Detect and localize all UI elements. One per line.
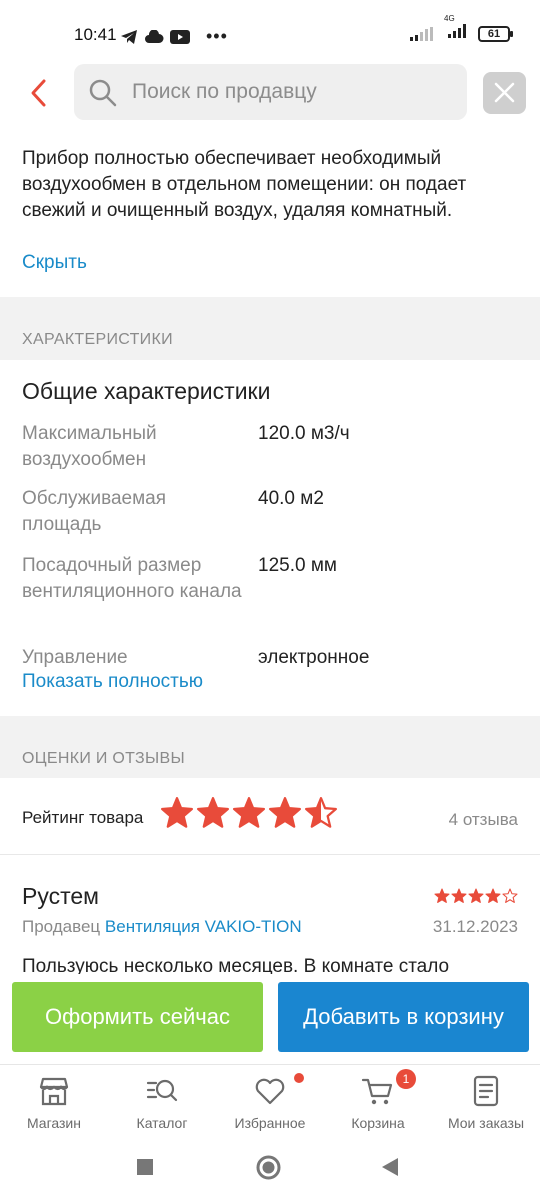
nav-label: Магазин [26,1115,81,1131]
orders-icon [473,1075,499,1107]
spec-key: Управление [22,647,128,668]
close-icon [494,82,515,103]
back-arrow-icon[interactable] [24,76,56,110]
nav-item-favorites[interactable]: Избранное [216,1065,324,1137]
reviewer-name: Рустем [22,883,99,909]
reviews-header: ОЦЕНКИ И ОТЗЫВЫ [0,716,540,778]
spec-value: 40.0 м2 [258,488,324,509]
bottom-nav: Магазин Каталог Избранное 1 Корзина Мои … [0,1064,540,1136]
review-star-full-icon [485,888,501,903]
review-star-full-icon [451,888,467,903]
nav-item-shop[interactable]: Магазин [0,1065,108,1137]
seller-link[interactable]: Вентиляция VAKIO-TION [105,917,302,936]
characteristics-header: ХАРАКТЕРИСТИКИ [0,297,540,360]
home-icon[interactable] [256,1155,281,1180]
add-to-cart-button[interactable]: Добавить в корзину [278,982,529,1052]
cloud-icon [145,29,164,43]
review-date: 31.12.2023 [432,917,518,936]
spec-key: Обслуживаемая площадь [22,488,167,535]
catalog-search-icon [146,1079,178,1102]
status-bar: 10:41 ••• 4G 61 [0,0,540,64]
nav-label: Мои заказы [447,1115,525,1131]
review-seller: Продавец Вентиляция VAKIO-TION [22,917,302,937]
network-type: 4G [444,14,455,23]
search-icon [89,79,117,107]
hide-description-link[interactable]: Скрыть [22,252,87,274]
review-star-full-icon [468,888,484,903]
favorites-dot [294,1073,304,1083]
back-nav-icon[interactable] [380,1157,400,1177]
nav-item-cart[interactable]: 1 Корзина [324,1065,432,1137]
action-bar: Оформить сейчас Добавить в корзину [0,974,540,1064]
section-label: ХАРАКТЕРИСТИКИ [22,331,173,348]
seller-prefix: Продавец [22,917,101,936]
product-rating-stars [160,796,338,830]
spec-key: Максимальный воздухообмен [22,423,157,470]
show-full-specs-link[interactable]: Показать полностью [22,671,203,693]
spec-value: 120.0 м3/ч [258,423,350,444]
section-label: ОЦЕНКИ И ОТЗЫВЫ [22,750,185,767]
nav-label: Каталог [136,1115,188,1131]
spec-key: Посадочный размер вентиляционного канала [22,555,242,602]
divider [0,854,540,855]
more-icon: ••• [206,26,228,46]
signal-icon [410,26,433,41]
search-input[interactable] [132,64,452,120]
rating-star-half-icon [304,796,338,828]
shop-icon [39,1077,69,1106]
signal-4g-icon [448,24,466,38]
reviews-count-link[interactable]: 4 отзыва [449,810,518,830]
clear-search-button[interactable] [483,72,526,114]
telegram-icon [121,29,137,44]
cart-icon [361,1078,393,1105]
rating-star-full-icon [160,796,194,828]
rating-star-full-icon [196,796,230,828]
spec-value: 125.0 мм [258,555,337,576]
nav-item-orders[interactable]: Мои заказы [432,1065,540,1137]
battery-icon: 61 [478,25,513,42]
rating-star-full-icon [232,796,266,828]
search-header [0,64,540,124]
system-nav-bar [0,1136,540,1200]
review-star-full-icon [434,888,450,903]
spec-group-title: Общие характеристики [22,378,271,404]
order-now-button[interactable]: Оформить сейчас [12,982,263,1052]
review-star-empty-icon [502,888,518,903]
spec-value: электронное [258,647,370,668]
rating-star-full-icon [268,796,302,828]
nav-item-catalog[interactable]: Каталог [108,1065,216,1137]
product-description: Прибор полностью обеспечивает необходимы… [22,148,467,221]
heart-icon [255,1078,285,1105]
recents-icon[interactable] [136,1158,154,1176]
search-bar[interactable] [74,64,467,120]
youtube-icon [170,29,190,44]
cart-badge: 1 [396,1069,416,1089]
status-time: 10:41 [74,25,117,44]
rating-label: Рейтинг товара [22,808,144,827]
nav-label: Корзина [351,1115,405,1131]
review-stars [434,888,518,904]
nav-label: Избранное [234,1115,306,1131]
